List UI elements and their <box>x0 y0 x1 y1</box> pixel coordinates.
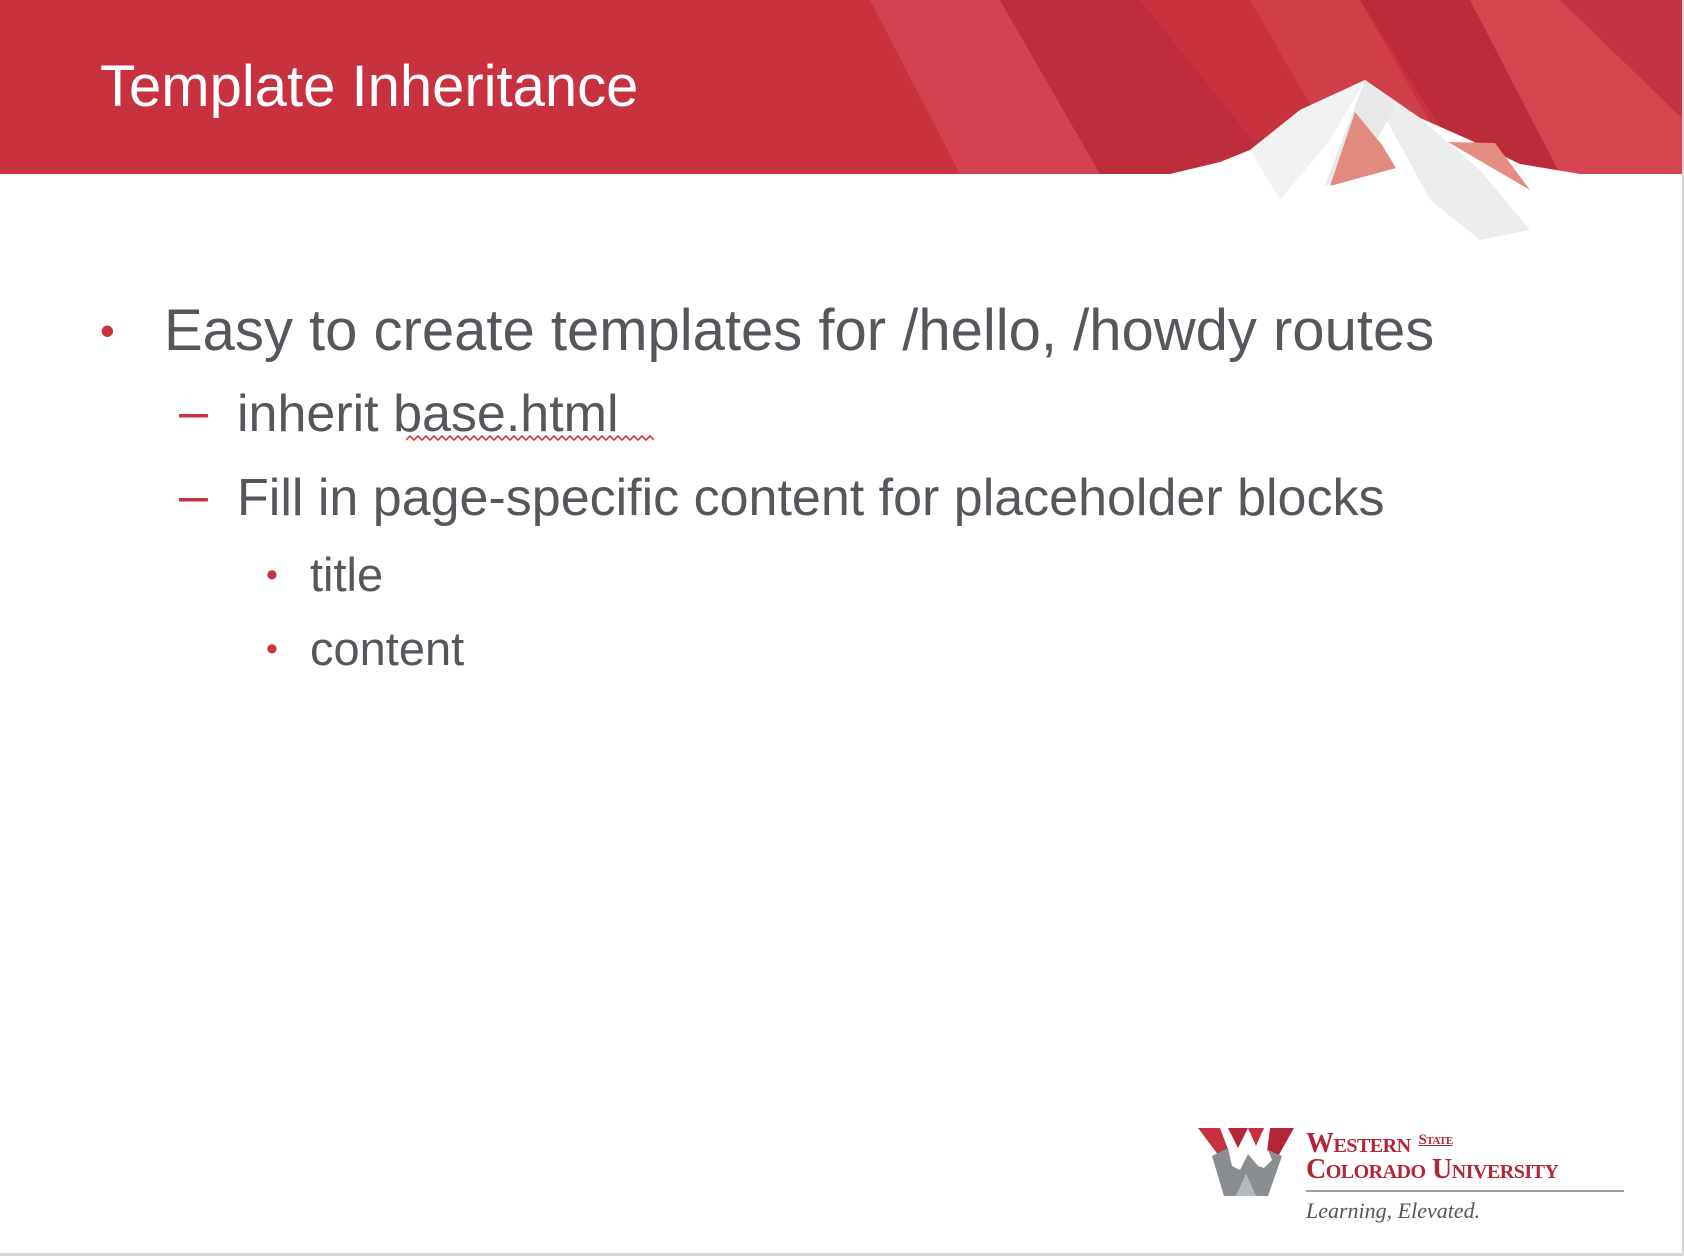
bullet-item-level1: • Easy to create templates for /hello, /… <box>100 296 1435 366</box>
w-mountain-icon <box>1198 1128 1294 1196</box>
sub-sub-bullet-text: content <box>310 622 465 675</box>
dash-marker: – <box>179 383 208 441</box>
logo-wordmark-line2: Colorado University <box>1306 1154 1559 1185</box>
dash-marker: – <box>179 467 208 525</box>
sub-bullet-item: – Fill in page-specific content for plac… <box>179 466 1385 530</box>
bullet-marker: • <box>100 307 115 354</box>
sub-bullet-prefix: inherit <box>237 385 394 443</box>
spellcheck-underline <box>406 434 654 442</box>
header-banner <box>0 0 1684 240</box>
logo-divider <box>1306 1190 1624 1192</box>
sub-sub-bullet-text: title <box>310 548 384 601</box>
logo-tagline: Learning, Elevated. <box>1306 1198 1481 1223</box>
sub-sub-bullet-item: • content <box>266 620 465 678</box>
university-logo: Western State Colorado University Learnin… <box>1198 1126 1628 1226</box>
logo-state: State <box>1418 1132 1454 1148</box>
bullet-marker: • <box>266 630 278 668</box>
sub-sub-bullet-item: • title <box>266 546 384 604</box>
bullet-text: Easy to create templates for /hello, /ho… <box>164 298 1435 363</box>
bullet-marker: • <box>266 556 278 594</box>
slide-title: Template Inheritance <box>100 54 639 119</box>
sub-bullet-text: Fill in page-specific content for placeh… <box>237 469 1385 527</box>
